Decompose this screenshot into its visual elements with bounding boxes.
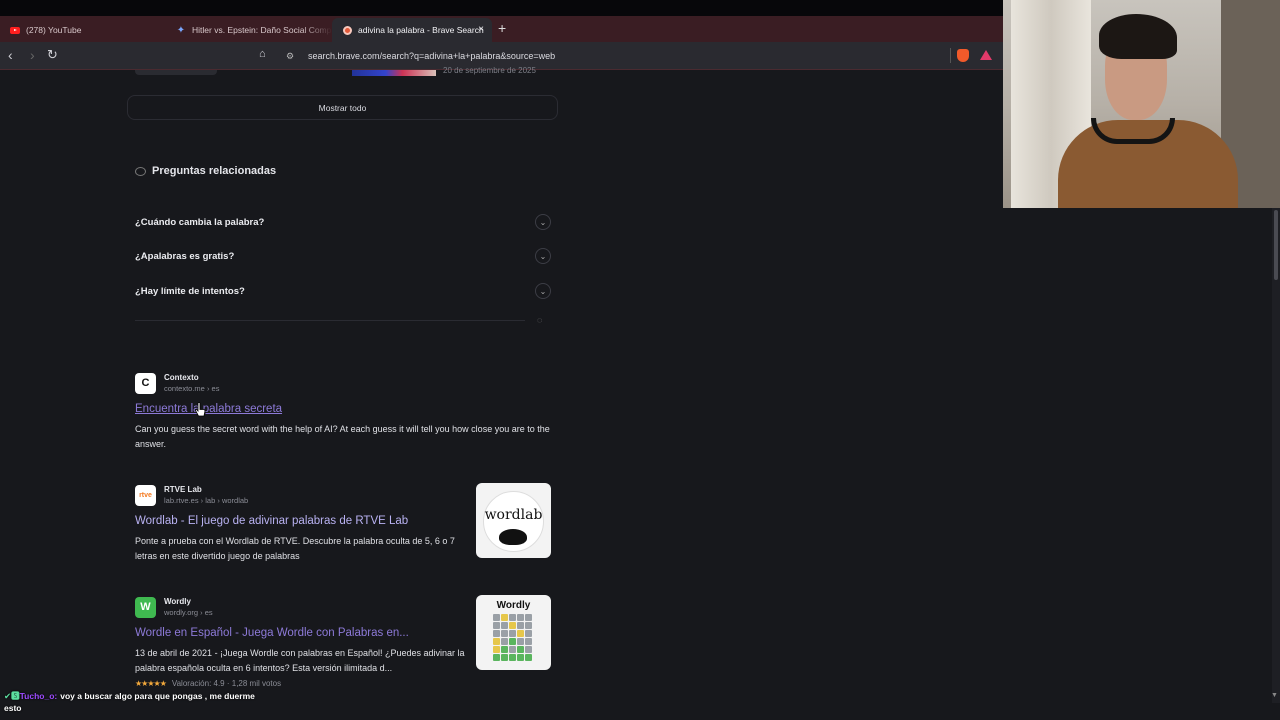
webcam-overlay xyxy=(1003,0,1280,208)
related-questions-heading: Preguntas relacionadas xyxy=(135,165,276,177)
scrollbar-thumb[interactable] xyxy=(1274,210,1278,280)
url-text: search.brave.com/search?q=adivina+la+pal… xyxy=(308,51,556,61)
scroll-down-icon[interactable]: ▼ xyxy=(1271,692,1278,699)
site-url: contexto.me › es xyxy=(164,384,220,393)
site-url: lab.rtve.es › lab › wordlab xyxy=(164,496,249,505)
brave-rewards-icon[interactable] xyxy=(980,50,992,60)
faq-item[interactable]: ¿Cuándo cambia la palabra? ⌄ xyxy=(135,212,551,232)
chat-message: voy a buscar algo para que pongas , me d… xyxy=(60,691,255,701)
show-all-button[interactable]: Mostrar todo xyxy=(127,95,558,120)
star-rating-icon: ★★★★★ xyxy=(135,679,167,688)
contexto-favicon: C xyxy=(135,372,156,394)
partial-card-date: 20 de septiembre de 2025 xyxy=(443,66,536,75)
wordly-grid xyxy=(493,614,535,661)
partial-video-card[interactable] xyxy=(135,70,217,75)
result-description: Can you guess the secret word with the h… xyxy=(135,424,550,449)
rating-text: Valoración: 4.9 · 1,28 mil votos xyxy=(171,679,282,688)
tab-youtube[interactable]: (278) YouTube xyxy=(0,18,166,42)
tab-brave-search[interactable]: adivina la palabra - Brave Search × xyxy=(332,18,492,42)
gemini-spark-icon: ✦ xyxy=(176,24,186,36)
faq-item[interactable]: ¿Hay límite de intentos? ⌄ xyxy=(135,281,551,301)
brave-shields-icon[interactable] xyxy=(957,49,969,62)
wordlab-logo-text: wordlab xyxy=(484,507,543,523)
feedback-icon[interactable]: ◌ xyxy=(537,315,542,325)
wordly-thumbnail[interactable]: Wordly xyxy=(476,595,551,670)
tab-label: (278) YouTube xyxy=(26,25,82,35)
result-rating: ★★★★★ Valoración: 4.9 · 1,28 mil votos xyxy=(135,679,555,688)
headset-icon xyxy=(1091,118,1175,144)
chat-message-continued: esto xyxy=(4,703,22,713)
stream-chat-message: ✔🆂Tucho_o: voy a buscar algo para que pon… xyxy=(4,690,255,714)
wordly-favicon: W xyxy=(135,596,156,618)
chat-bubble-icon xyxy=(135,166,146,176)
address-bar[interactable]: ⚙ search.brave.com/search?q=adivina+la+p… xyxy=(276,46,946,66)
tab-bar: (278) YouTube ✦ Hitler vs. Epstein: Daño… xyxy=(0,16,1004,42)
site-name: RTVE Lab xyxy=(164,485,202,494)
rtve-favicon: rtve xyxy=(135,484,156,506)
new-tab-button[interactable]: + xyxy=(498,20,506,36)
tab-gemini[interactable]: ✦ Hitler vs. Epstein: Daño Social Comp xyxy=(166,18,332,42)
chat-username: Tucho_o: xyxy=(19,691,58,701)
site-url: wordly.org › es xyxy=(164,608,213,617)
chat-badges-icon: ✔🆂 xyxy=(4,691,20,701)
wordlab-thumbnail[interactable]: wordlab xyxy=(476,483,551,558)
page-scrollbar[interactable] xyxy=(1272,208,1280,703)
result-source[interactable]: C Contexto contexto.me › es xyxy=(135,372,555,394)
bookmark-icon[interactable]: ⌂ xyxy=(259,48,266,60)
chevron-down-icon[interactable]: ⌄ xyxy=(535,214,551,230)
site-name: Contexto xyxy=(164,373,199,382)
chevron-down-icon[interactable]: ⌄ xyxy=(535,283,551,299)
result-description: 13 de abril de 2021 - ¡Juega Wordle con … xyxy=(135,648,465,673)
youtube-icon xyxy=(10,25,20,35)
forward-icon[interactable]: › xyxy=(30,47,35,63)
chevron-down-icon[interactable]: ⌄ xyxy=(535,248,551,264)
site-name: Wordly xyxy=(164,597,191,606)
tab-label: adivina la palabra - Brave Search xyxy=(358,25,484,35)
faq-item[interactable]: ¿Apalabras es gratis? ⌄ xyxy=(135,246,551,266)
result-description: Ponte a prueba con el Wordlab de RTVE. D… xyxy=(135,536,455,561)
wordly-logo-text: Wordly xyxy=(496,600,531,611)
hand-cursor-icon xyxy=(194,402,206,417)
toolbar-divider xyxy=(950,48,951,63)
divider xyxy=(135,320,525,321)
back-icon[interactable]: ‹ xyxy=(8,47,13,63)
reload-icon[interactable]: ↻ xyxy=(47,47,58,63)
site-settings-icon[interactable]: ⚙ xyxy=(286,51,296,62)
brave-search-icon xyxy=(342,25,352,35)
close-tab-icon[interactable]: × xyxy=(478,24,484,35)
partial-video-thumbnail[interactable] xyxy=(352,70,436,76)
